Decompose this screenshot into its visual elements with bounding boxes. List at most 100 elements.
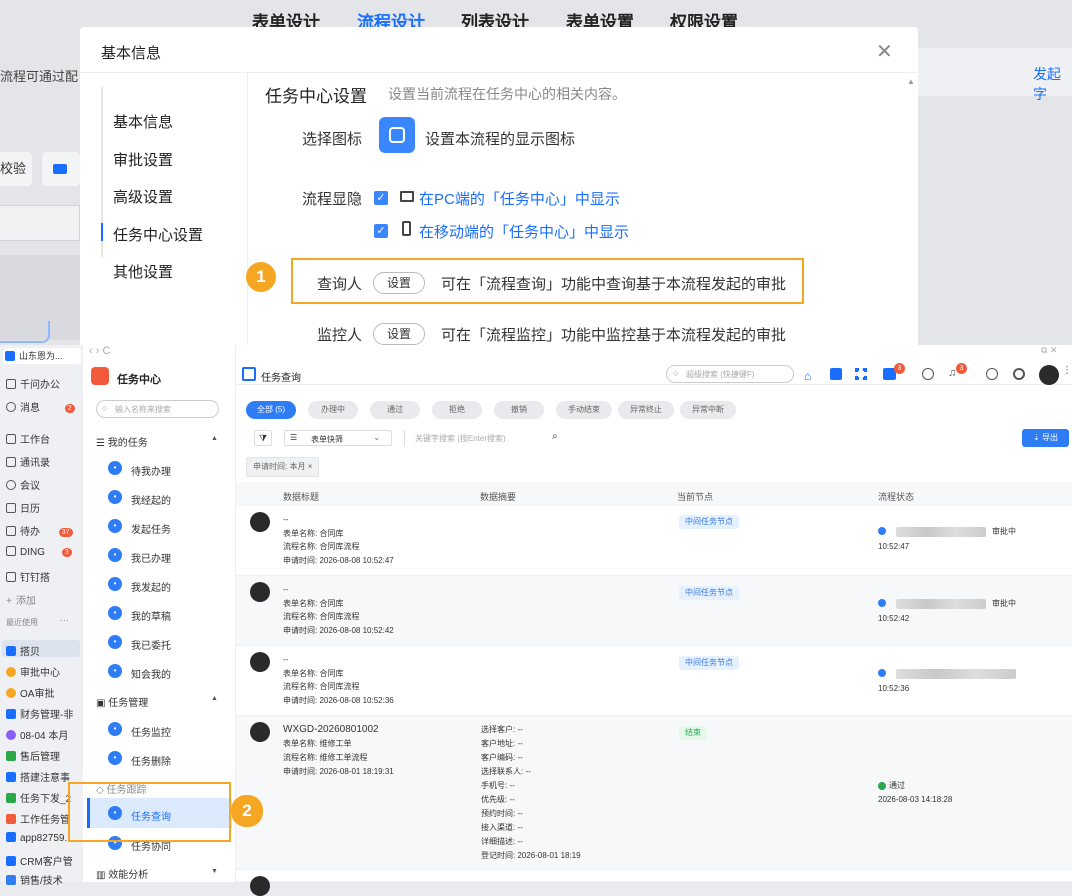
nav-calendar[interactable]: 日历 bbox=[6, 500, 40, 515]
nav-workbench[interactable]: 工作台 bbox=[6, 431, 50, 446]
icon-label: 选择图标 bbox=[302, 131, 363, 148]
recent-item[interactable]: 工作任务管 bbox=[6, 811, 70, 826]
window-controls-icon[interactable]: ⧉ ✕ bbox=[1041, 345, 1057, 356]
recent-item[interactable]: 售后管理 bbox=[6, 748, 60, 763]
close-icon[interactable]: ✕ bbox=[876, 39, 893, 64]
item-todo-mine[interactable]: 待我办理 bbox=[131, 463, 171, 478]
contacts-book-icon[interactable] bbox=[830, 368, 842, 380]
form-filter-select[interactable]: ☰ 表单快筛 ⌄ bbox=[284, 430, 392, 446]
recent-item[interactable]: 搭贝 bbox=[6, 643, 40, 658]
nav-add[interactable]: + 添加 bbox=[6, 592, 36, 607]
row-time: 申请时间: 2026-08-08 10:52:47 bbox=[283, 556, 394, 565]
bell-icon[interactable]: ♫ bbox=[948, 367, 956, 379]
nav-meeting[interactable]: 会议 bbox=[6, 477, 40, 492]
pc-visible-label[interactable]: 在PC端的「任务中心」中显示 bbox=[419, 188, 620, 209]
recent-item[interactable]: OA审批 bbox=[6, 685, 54, 700]
tab-abnormal-stop[interactable]: 异常终止 bbox=[618, 401, 674, 419]
table-row[interactable] bbox=[236, 870, 1072, 896]
summary-line: 接入渠道: -- bbox=[481, 823, 523, 832]
nav-todo[interactable]: 待办 37 bbox=[6, 523, 73, 538]
chip-close-icon[interactable]: × bbox=[308, 462, 313, 471]
item-notified[interactable]: 知会我的 bbox=[131, 666, 171, 681]
more-icon[interactable]: ··· bbox=[60, 615, 69, 625]
monitor-set-button[interactable]: 设置 bbox=[373, 323, 425, 345]
mobile-visible-label[interactable]: 在移动端的「任务中心」中显示 bbox=[419, 221, 629, 242]
nav-basic-info[interactable]: 基本信息 bbox=[113, 111, 173, 132]
user-avatar[interactable] bbox=[1039, 365, 1059, 385]
item-task-monitor[interactable]: 任务监控 bbox=[131, 724, 171, 739]
recent-item[interactable]: 销售/技术 bbox=[6, 872, 63, 887]
home-icon[interactable]: ⌂ bbox=[804, 369, 811, 383]
pc-visible-checkbox[interactable]: ✓ bbox=[374, 191, 388, 205]
tab-all[interactable]: 全部 (5) bbox=[246, 401, 296, 419]
group-my-tasks[interactable]: ☰ 我的任务 bbox=[96, 434, 148, 449]
row-title: -- bbox=[283, 655, 289, 664]
verify-button[interactable]: 校验 bbox=[0, 152, 32, 186]
tab-manual-end[interactable]: 手动结束 bbox=[556, 401, 612, 419]
puzzle-icon bbox=[389, 127, 405, 143]
nav-advanced-settings[interactable]: 高级设置 bbox=[113, 186, 173, 207]
start-button[interactable]: 发起字 bbox=[1033, 64, 1072, 104]
nav-qianwen[interactable]: 千问办公 bbox=[6, 376, 60, 391]
recent-item[interactable]: app82759. bbox=[6, 832, 67, 844]
tab-revoked[interactable]: 撤销 bbox=[494, 401, 544, 419]
filter-icon[interactable]: ⧩ bbox=[254, 430, 272, 446]
group-efficiency[interactable]: ▥ 效能分析 bbox=[96, 866, 148, 881]
compass-icon[interactable] bbox=[986, 368, 998, 380]
global-search[interactable]: ○ 超级搜索 (快捷键F) bbox=[666, 365, 794, 383]
collapse-icon[interactable]: ▲ bbox=[211, 695, 218, 702]
item-started[interactable]: 我经起的 bbox=[131, 492, 171, 507]
recent-item[interactable]: 08-04 本月 bbox=[6, 727, 68, 742]
recent-item[interactable]: 搭建注意事 bbox=[6, 769, 70, 784]
more-vertical-icon[interactable]: ⋮ bbox=[1062, 365, 1072, 376]
nav-contacts[interactable]: 通讯录 bbox=[6, 454, 50, 469]
tab-processing[interactable]: 办理中 bbox=[308, 401, 358, 419]
flow-icon-picker[interactable] bbox=[379, 117, 415, 153]
table-row[interactable]: -- 表单名称: 合同库 流程名称: 合同库流程 申请时间: 2026-08-0… bbox=[236, 576, 1072, 646]
plus-icon: + bbox=[6, 596, 12, 607]
message-icon bbox=[6, 402, 16, 412]
item-drafts[interactable]: 我的草稿 bbox=[131, 608, 171, 623]
nav-messages[interactable]: 消息 2 bbox=[6, 399, 75, 414]
summary-line: 优先级: -- bbox=[481, 795, 515, 804]
query-set-button[interactable]: 设置 bbox=[373, 272, 425, 294]
expand-icon[interactable]: ▼ bbox=[211, 868, 218, 875]
tab-approved[interactable]: 通过 bbox=[370, 401, 420, 419]
table-row[interactable]: WXGD-20260801002 表单名称: 维修工单 流程名称: 维修工单流程… bbox=[236, 716, 1072, 870]
task-query-main: 任务查询 ○ 超级搜索 (快捷键F) ⌂ 3 ♫ 3 ⋮ ⧉ ✕ 全部 (5) … bbox=[236, 345, 1072, 896]
group-task-management[interactable]: ▣ 任务管理 bbox=[96, 694, 148, 709]
item-task-delete[interactable]: 任务删除 bbox=[131, 753, 171, 768]
nav-back-forward-icon[interactable]: ‹ › C bbox=[89, 345, 110, 357]
calendar-icon bbox=[6, 503, 16, 513]
nav-approval-settings[interactable]: 审批设置 bbox=[113, 149, 173, 170]
tab-abnormal-break[interactable]: 异常中断 bbox=[680, 401, 736, 419]
headset-icon[interactable] bbox=[1013, 368, 1025, 380]
recent-item[interactable]: 审批中心 bbox=[6, 664, 60, 679]
item-delegated[interactable]: 我已委托 bbox=[131, 637, 171, 652]
table-row[interactable]: -- 表单名称: 合同库 流程名称: 合同库流程 申请时间: 2026-08-0… bbox=[236, 646, 1072, 716]
download-icon: ⇣ bbox=[1033, 433, 1042, 442]
nav-dingda[interactable]: 钉钉搭 bbox=[6, 569, 50, 584]
item-launch[interactable]: 发起任务 bbox=[131, 521, 171, 536]
scroll-up-icon[interactable]: ▲ bbox=[907, 77, 915, 86]
nav-ding[interactable]: DING 3 bbox=[6, 546, 72, 558]
mobile-visible-checkbox[interactable]: ✓ bbox=[374, 224, 388, 238]
apps-icon[interactable] bbox=[855, 368, 867, 380]
collapse-icon[interactable]: ▲ bbox=[211, 435, 218, 442]
keyword-search-input[interactable]: 关键字搜索 (按Enter搜索) ⌕ bbox=[404, 430, 564, 446]
recent-item[interactable]: CRM客户管 bbox=[6, 853, 73, 868]
item-handled[interactable]: 我已办理 bbox=[131, 550, 171, 565]
nav-other-settings[interactable]: 其他设置 bbox=[113, 261, 173, 282]
recent-item[interactable]: 财务管理-非 bbox=[6, 706, 73, 721]
col-node: 当前节点 bbox=[677, 492, 714, 502]
filter-chip[interactable]: 申请时间: 本月 × bbox=[246, 457, 320, 477]
export-button[interactable]: ⇣ 导出 bbox=[1022, 429, 1069, 447]
shield-icon[interactable] bbox=[922, 368, 934, 380]
item-my-launched[interactable]: 我发起的 bbox=[131, 579, 171, 594]
video-button[interactable] bbox=[42, 152, 80, 186]
table-row[interactable]: -- 表单名称: 合同库 流程名称: 合同库流程 申请时间: 2026-08-0… bbox=[236, 506, 1072, 576]
recent-item[interactable]: 任务下发_2 bbox=[6, 790, 71, 805]
nav-task-center-settings[interactable]: 任务中心设置 bbox=[113, 224, 203, 245]
task-search-input[interactable]: ○ 输入名称来搜索 bbox=[96, 400, 219, 418]
tab-rejected[interactable]: 拒绝 bbox=[432, 401, 482, 419]
